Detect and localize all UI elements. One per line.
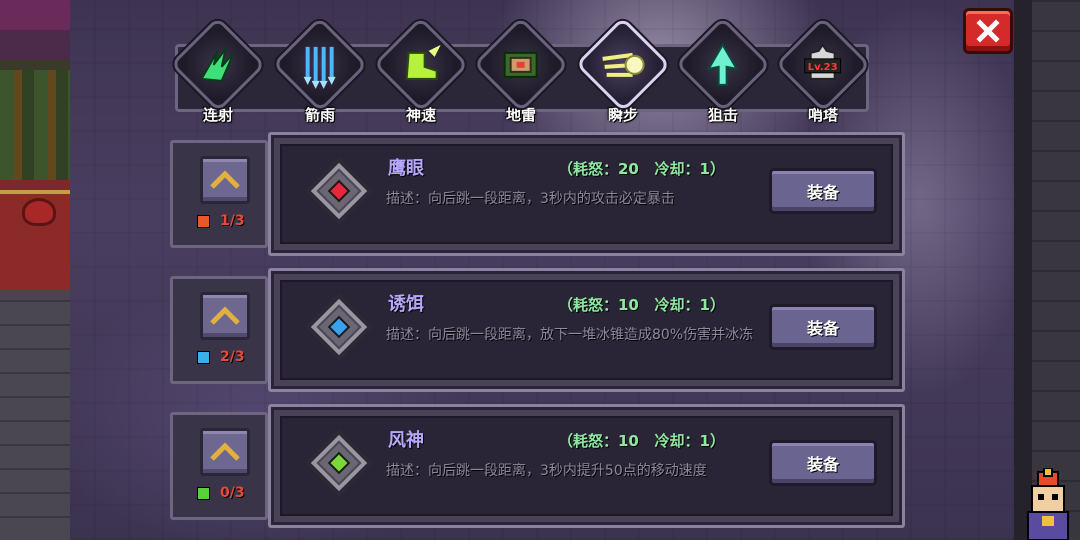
- close-icon: [976, 19, 1000, 43]
- equip-button[interactable]: 装备: [769, 304, 877, 350]
- chevron-up-icon: [210, 170, 240, 189]
- tab-rapid-fire[interactable]: 连射: [170, 16, 266, 125]
- skill-level: 1/3: [197, 213, 245, 229]
- skill-level: 2/3: [197, 349, 245, 365]
- upgrade-button[interactable]: [200, 428, 250, 476]
- tab-icon-frame: [373, 16, 469, 113]
- snipe-arrow-icon: [707, 42, 739, 86]
- flash-step-icon: [602, 52, 645, 77]
- arrow-rain-icon: [304, 46, 336, 89]
- equip-button[interactable]: 装备: [769, 440, 877, 486]
- skill-row: 2/3 诱饵 （耗怒：10 冷却：1） 描述：向后跳一段距离，放下一堆冰锥造成8…: [170, 268, 905, 392]
- skill-cost: （耗怒：10 冷却：1）: [558, 296, 725, 314]
- chevron-up-icon: [210, 442, 240, 461]
- sentry-tower-icon: Lv.23: [804, 42, 842, 80]
- red-rune-icon: [306, 158, 372, 224]
- skill-card: 鹰眼 （耗怒：20 冷却：1） 描述：向后跳一段距离，3秒内的攻击必定暴击 装备: [268, 132, 905, 256]
- character-avatar-icon: [1027, 468, 1069, 540]
- upgrade-button[interactable]: [200, 156, 250, 204]
- chevron-up-icon: [210, 306, 240, 325]
- tab-icon-frame: [675, 16, 771, 113]
- upgrade-panel: 1/3: [170, 140, 268, 248]
- wall-beam-decor: [1014, 0, 1032, 540]
- skill-name: 鹰眼: [388, 158, 424, 179]
- skill-name: 诱饵: [388, 294, 424, 315]
- background-left-room: [0, 0, 70, 540]
- tab-icon-frame: [473, 16, 569, 113]
- sentry-level-badge: Lv.23: [808, 62, 838, 73]
- skill-description: 描述：向后跳一段距离，3秒内提升50点的移动速度: [386, 463, 707, 479]
- swift-boot-icon: [405, 44, 441, 80]
- skill-card: 诱饵 （耗怒：10 冷却：1） 描述：向后跳一段距离，放下一堆冰锥造成80%伤害…: [268, 268, 905, 392]
- green-rune-icon: [306, 430, 372, 496]
- upgrade-panel: 2/3: [170, 276, 268, 384]
- pot-decor: [22, 198, 56, 226]
- skill-card-inner: 风神 （耗怒：10 冷却：1） 描述：向后跳一段距离，3秒内提升50点的移动速度…: [280, 416, 893, 516]
- skill-card-inner: 鹰眼 （耗怒：20 冷却：1） 描述：向后跳一段距离，3秒内的攻击必定暴击 装备: [280, 144, 893, 244]
- skill-name: 风神: [388, 430, 424, 451]
- tab-sentry[interactable]: Lv.23 哨塔: [775, 16, 871, 125]
- tab-icon-frame: [272, 16, 368, 113]
- skill-card: 风神 （耗怒：10 冷却：1） 描述：向后跳一段距离，3秒内提升50点的移动速度…: [268, 404, 905, 528]
- close-button[interactable]: [963, 8, 1013, 54]
- bookshelf-decor: [0, 70, 70, 180]
- skill-row: 0/3 风神 （耗怒：10 冷却：1） 描述：向后跳一段距离，3秒内提升50点的…: [170, 404, 905, 528]
- rapid-fire-icon: [200, 47, 235, 82]
- upgrade-button[interactable]: [200, 292, 250, 340]
- tab-landmine[interactable]: 地雷: [473, 16, 569, 125]
- tab-arrow-rain[interactable]: 箭雨: [272, 16, 368, 125]
- level-gem-icon: [197, 350, 210, 364]
- skill-card-inner: 诱饵 （耗怒：10 冷却：1） 描述：向后跳一段距离，放下一堆冰锥造成80%伤害…: [280, 280, 893, 380]
- background-right-wall: [1014, 0, 1080, 540]
- skill-row: 1/3 鹰眼 （耗怒：20 冷却：1） 描述：向后跳一段距离，3秒内的攻击必定暴…: [170, 132, 905, 256]
- level-gem-icon: [197, 486, 210, 500]
- skill-cost: （耗怒：20 冷却：1）: [558, 160, 725, 178]
- equip-button[interactable]: 装备: [769, 168, 877, 214]
- skill-cost: （耗怒：10 冷却：1）: [558, 432, 725, 450]
- brick-wall-decor: [0, 300, 70, 540]
- tab-snipe[interactable]: 狙击: [675, 16, 771, 125]
- tab-swift[interactable]: 神速: [373, 16, 469, 125]
- tab-flash-step[interactable]: 瞬步: [575, 16, 671, 125]
- skill-level: 0/3: [197, 485, 245, 501]
- tab-icon-frame: [170, 16, 266, 113]
- level-gem-icon: [197, 214, 210, 228]
- skill-description: 描述：向后跳一段距离，放下一堆冰锥造成80%伤害并冰冻: [386, 327, 754, 343]
- level-text: 1/3: [220, 213, 245, 229]
- level-text: 2/3: [220, 349, 245, 365]
- upgrade-panel: 0/3: [170, 412, 268, 520]
- tab-icon-frame: [575, 16, 671, 113]
- tab-icon-frame: Lv.23: [775, 16, 871, 113]
- level-text: 0/3: [220, 485, 245, 501]
- skill-description: 描述：向后跳一段距离，3秒内的攻击必定暴击: [386, 191, 675, 207]
- blue-rune-icon: [306, 294, 372, 360]
- landmine-icon: [504, 51, 538, 78]
